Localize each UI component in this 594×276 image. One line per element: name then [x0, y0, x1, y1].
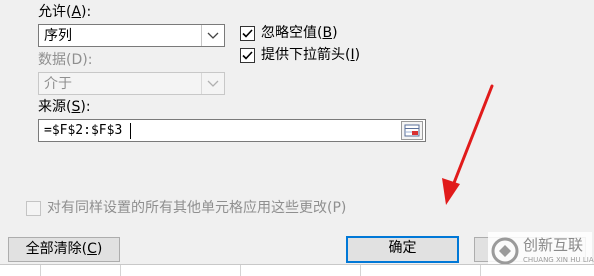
grid-line — [480, 265, 481, 276]
chevron-down-icon — [207, 80, 219, 87]
brand-logo-icon — [491, 237, 519, 265]
grid-line — [40, 265, 41, 276]
allow-dropdown-button[interactable] — [201, 25, 224, 46]
ignore-blank-label[interactable]: 忽略空值(B) — [261, 24, 338, 42]
source-input[interactable]: =$F$2:$F$3 — [38, 119, 426, 142]
grid-line — [240, 265, 241, 276]
grid-line — [120, 265, 121, 276]
apply-all-label: 对有同样设置的所有其他单元格应用这些更改(P) — [47, 200, 347, 216]
allow-label: 允许(A): — [38, 4, 92, 20]
data-label: 数据(D): — [38, 52, 93, 68]
clear-all-button[interactable]: 全部清除(C) — [8, 237, 120, 262]
range-selector-icon — [404, 124, 420, 137]
allow-value: 序列 — [44, 28, 72, 44]
worksheet-grid — [0, 264, 594, 276]
chevron-down-icon — [207, 32, 219, 39]
allow-dropdown[interactable]: 序列 — [38, 24, 225, 47]
data-dropdown: 介于 — [38, 72, 225, 95]
checkmark-icon — [242, 51, 253, 60]
source-label: 来源(S): — [38, 99, 91, 115]
data-dropdown-button — [201, 73, 224, 94]
checkmark-icon — [242, 29, 253, 38]
grid-line — [360, 265, 361, 276]
range-selector-button[interactable] — [401, 121, 423, 140]
in-cell-dropdown-label[interactable]: 提供下拉箭头(I) — [261, 46, 360, 64]
watermark-text: 创新互联 — [523, 236, 584, 254]
in-cell-dropdown-checkbox[interactable] — [240, 48, 255, 63]
data-value: 介于 — [44, 76, 72, 92]
apply-all-checkbox — [26, 201, 41, 216]
ignore-blank-checkbox[interactable] — [240, 26, 255, 41]
watermark-subtext: CHUANG XIN HU LIAN — [523, 256, 594, 264]
annotation-arrow-icon — [442, 84, 494, 205]
ok-button[interactable]: 确定 — [346, 236, 459, 263]
text-caret — [130, 123, 131, 139]
source-value: =$F$2:$F$3 — [44, 123, 123, 138]
